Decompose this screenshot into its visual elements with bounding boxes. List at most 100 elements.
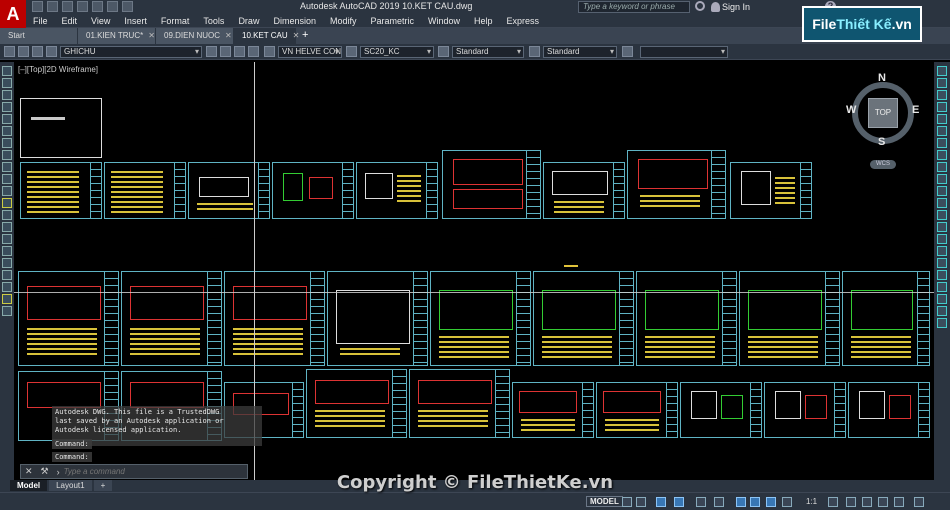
close-icon[interactable]: ✕	[225, 31, 232, 40]
undo-icon[interactable]	[107, 1, 118, 12]
plot-style-icon[interactable]	[622, 46, 633, 57]
region-icon[interactable]	[2, 258, 12, 268]
chevron-right-icon[interactable]: ›	[53, 467, 64, 477]
rectangle-icon[interactable]	[2, 114, 12, 124]
dimension-angular-icon[interactable]	[937, 294, 947, 304]
ellipse-icon[interactable]	[2, 174, 12, 184]
join-icon[interactable]	[937, 210, 947, 220]
layer-properties-icon[interactable]	[4, 46, 15, 57]
layer-dropdown[interactable]: GHICHU	[60, 46, 202, 58]
lightbulb-icon[interactable]	[18, 46, 29, 57]
object-snap-tracking-icon[interactable]	[714, 497, 724, 507]
close-icon[interactable]: ✕	[21, 466, 37, 477]
menu-parametric[interactable]: Parametric	[364, 16, 422, 26]
dimension-linear-icon[interactable]	[937, 258, 947, 268]
isodraft-icon[interactable]	[696, 497, 706, 507]
menu-view[interactable]: View	[84, 16, 117, 26]
menu-insert[interactable]: Insert	[117, 16, 154, 26]
scale-icon[interactable]	[937, 150, 947, 160]
gradient-icon[interactable]	[2, 246, 12, 256]
revision-cloud-icon[interactable]	[2, 150, 12, 160]
properties-icon[interactable]	[937, 318, 947, 328]
viewcube-top-face[interactable]: TOP	[868, 98, 898, 128]
plus-icon[interactable]	[846, 497, 856, 507]
compass-south[interactable]: S	[878, 136, 885, 148]
copy-icon[interactable]	[937, 78, 947, 88]
annotation-scale[interactable]: 1:1	[806, 497, 817, 506]
sun-icon[interactable]	[32, 46, 43, 57]
edit-icon[interactable]	[2, 306, 12, 316]
dim-style-icon[interactable]	[346, 46, 357, 57]
viewcube[interactable]: TOP N S W E	[846, 72, 920, 148]
menu-express[interactable]: Express	[500, 16, 547, 26]
erase-icon[interactable]	[937, 66, 947, 76]
polygon-icon[interactable]	[2, 102, 12, 112]
tab-kien-truc[interactable]: 01.KIEN TRUC* ✕	[78, 28, 156, 44]
isolate-objects-icon[interactable]	[862, 497, 872, 507]
stretch-icon[interactable]	[937, 162, 947, 172]
multileader-style-dropdown[interactable]: Standard	[543, 46, 617, 58]
chamfer-icon[interactable]	[937, 222, 947, 232]
customization-icon[interactable]	[914, 497, 924, 507]
table-style-dropdown[interactable]: Standard	[452, 46, 524, 58]
table-style-icon[interactable]	[438, 46, 449, 57]
layer-states-icon[interactable]	[248, 46, 259, 57]
hardware-acceleration-icon[interactable]	[878, 497, 888, 507]
menu-draw[interactable]: Draw	[231, 16, 266, 26]
annotation-visibility-icon[interactable]	[766, 497, 776, 507]
search-input[interactable]: Type a keyword or phrase	[578, 1, 690, 13]
object-snap-icon[interactable]	[736, 497, 746, 507]
rotate-icon[interactable]	[937, 138, 947, 148]
save-icon[interactable]	[62, 1, 73, 12]
wrench-icon[interactable]: ⚒	[37, 466, 53, 477]
menu-dimension[interactable]: Dimension	[266, 16, 323, 26]
mirror-icon[interactable]	[937, 90, 947, 100]
mtext-icon[interactable]	[2, 282, 12, 292]
snap-icon[interactable]	[636, 497, 646, 507]
point-icon[interactable]	[2, 222, 12, 232]
tab-layout1[interactable]: Layout1	[49, 480, 92, 491]
break-icon[interactable]	[937, 198, 947, 208]
dimension-radius-icon[interactable]	[937, 282, 947, 292]
fillet-icon[interactable]	[937, 234, 947, 244]
polar-tracking-icon[interactable]	[674, 497, 684, 507]
make-block-icon[interactable]	[2, 210, 12, 220]
layer-match-icon[interactable]	[220, 46, 231, 57]
ortho-icon[interactable]	[656, 497, 666, 507]
search-icon[interactable]	[695, 1, 705, 11]
redo-icon[interactable]	[122, 1, 133, 12]
leader-icon[interactable]	[937, 306, 947, 316]
tab-dien-nuoc[interactable]: 09.DIEN NUOC ✕	[156, 28, 234, 44]
circle-icon[interactable]	[2, 138, 12, 148]
menu-file[interactable]: File	[26, 16, 55, 26]
spline-icon[interactable]	[2, 162, 12, 172]
menu-tools[interactable]: Tools	[196, 16, 231, 26]
menu-format[interactable]: Format	[154, 16, 197, 26]
extend-icon[interactable]	[937, 186, 947, 196]
offset-icon[interactable]	[937, 102, 947, 112]
lock-icon[interactable]	[46, 46, 57, 57]
command-input[interactable]	[63, 467, 214, 476]
close-icon[interactable]: ✕	[148, 31, 155, 40]
gear-icon[interactable]	[828, 497, 838, 507]
new-icon[interactable]	[32, 1, 43, 12]
compass-east[interactable]: E	[912, 104, 919, 116]
model-space-button[interactable]: MODEL	[586, 496, 623, 507]
compass-west[interactable]: W	[846, 104, 856, 116]
tab-ket-cau[interactable]: 10.KET CAU ✕	[234, 28, 299, 44]
add-layout-button[interactable]: +	[93, 480, 113, 491]
dim-style-dropdown[interactable]: SC20_KC	[360, 46, 434, 58]
explode-icon[interactable]	[937, 246, 947, 256]
open-icon[interactable]	[47, 1, 58, 12]
hatch-icon[interactable]	[2, 234, 12, 244]
ellipse-arc-icon[interactable]	[2, 186, 12, 196]
menu-modify[interactable]: Modify	[323, 16, 364, 26]
print-icon[interactable]	[92, 1, 103, 12]
make-current-icon[interactable]	[206, 46, 217, 57]
text-style-dropdown[interactable]: VN HELVE CON	[278, 46, 342, 58]
menu-help[interactable]: Help	[467, 16, 500, 26]
auto-scale-icon[interactable]	[782, 497, 792, 507]
close-icon[interactable]: ✕	[293, 31, 300, 40]
multileader-style-icon[interactable]	[529, 46, 540, 57]
add-selected-icon[interactable]	[2, 294, 12, 304]
